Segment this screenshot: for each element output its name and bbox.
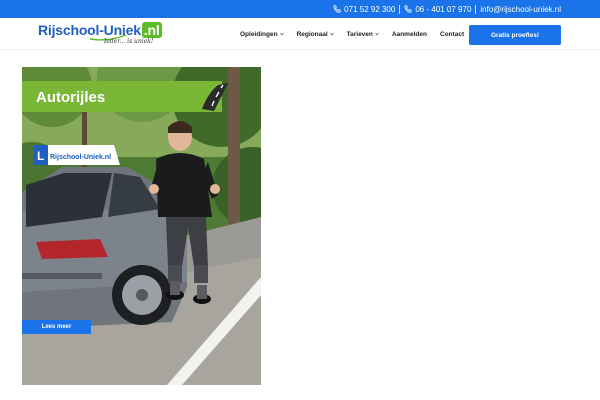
nav-item-regionaal[interactable]: Regionaal: [297, 31, 334, 38]
chevron-down-icon: [279, 32, 284, 36]
email-link[interactable]: info@rijschool-uniek.nl: [480, 5, 561, 14]
site-logo[interactable]: Rijschool-Uniek .nl Ieder... is uniek!: [38, 22, 162, 48]
phone-link-1[interactable]: 071 52 92 300: [333, 5, 395, 14]
main-nav: Opleidingen Regionaal Tarieven Aanmelden…: [240, 18, 477, 50]
nav-item-label: Regionaal: [296, 30, 328, 38]
nav-item-label: Aanmelden: [391, 30, 427, 38]
road-icon: [202, 83, 228, 111]
course-card-autorijles[interactable]: L Rijschool-Uniek.nl Autorijles Lees mee…: [22, 67, 261, 385]
nav-item-contact[interactable]: Contact: [440, 31, 464, 38]
nav-item-label: Tarieven: [346, 30, 373, 38]
site-header: Rijschool-Uniek .nl Ieder... is uniek! Op…: [0, 18, 600, 50]
nav-item-opleidingen[interactable]: Opleidingen: [240, 31, 284, 38]
phone-icon: [333, 5, 341, 13]
phone-icon: [404, 5, 412, 13]
nav-item-label: Opleidingen: [240, 30, 278, 38]
nav-item-aanmelden[interactable]: Aanmelden: [392, 31, 427, 38]
chevron-down-icon: [375, 32, 379, 36]
nav-item-tarieven[interactable]: Tarieven: [347, 31, 379, 38]
phone-link-2[interactable]: 06 - 401 07 970: [404, 5, 471, 14]
free-trial-button[interactable]: Gratis proefles!: [469, 25, 561, 45]
logo-tagline: Ieder... is uniek!: [104, 38, 154, 45]
roof-sign-letter: L: [37, 149, 44, 163]
chevron-down-icon: [329, 32, 334, 36]
phone-number-2: 06 - 401 07 970: [415, 4, 472, 14]
logo-tld: .nl: [141, 22, 162, 38]
logo-text: Rijschool-Uniek .nl: [38, 22, 162, 38]
email-address: info@rijschool-uniek.nl: [480, 4, 561, 14]
logo-name: Rijschool-Uniek: [38, 22, 141, 38]
card-title: Autorijles: [36, 89, 106, 106]
read-more-button[interactable]: Lees meer: [22, 320, 91, 334]
nav-item-label: Contact: [439, 30, 465, 38]
roof-sign-text: Rijschool-Uniek.nl: [50, 154, 111, 161]
divider: [475, 4, 477, 14]
divider: [399, 4, 401, 14]
card-photo: L Rijschool-Uniek.nl: [22, 67, 261, 385]
top-contact-bar: 071 52 92 300 06 - 401 07 970 info@rijsc…: [0, 0, 600, 18]
phone-number-1: 071 52 92 300: [344, 4, 396, 14]
contact-info: 071 52 92 300 06 - 401 07 970 info@rijsc…: [333, 0, 561, 18]
